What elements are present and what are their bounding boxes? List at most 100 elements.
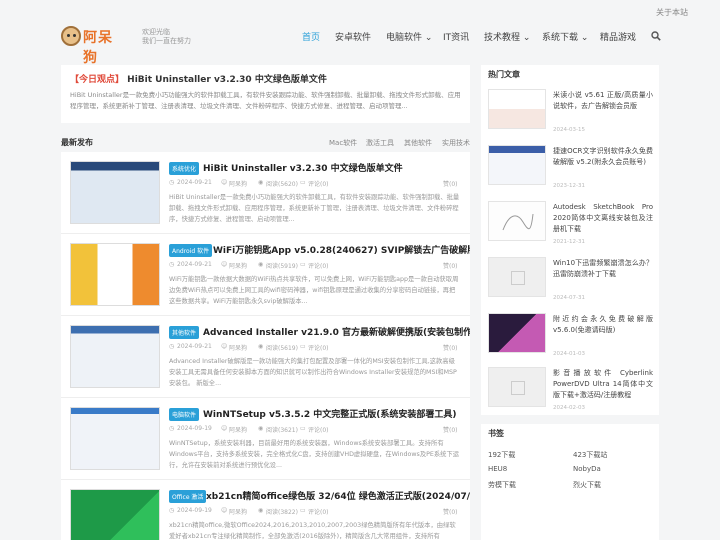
article-comments[interactable]: 评论(0) xyxy=(308,425,329,434)
hot-item[interactable]: 附近约会永久免费破解版 v5.6.0(免邀请码版) 2024-01-03 xyxy=(488,313,653,363)
comment-icon: ▭ xyxy=(300,343,306,350)
article-author[interactable]: 阿呆狗 xyxy=(229,425,247,434)
user-icon: ☺ xyxy=(221,261,228,268)
filter-activation-tools[interactable]: 激活工具 xyxy=(366,138,394,148)
site-header: 阿呆狗 欢迎光临 我们一直在努力 首页 安卓软件 电脑软件 ⌄ IT资讯 技术教… xyxy=(0,22,720,66)
category-badge[interactable]: 系统优化 xyxy=(169,162,200,175)
site-logo[interactable]: 阿呆狗 xyxy=(61,26,127,66)
hot-thumbnail[interactable] xyxy=(488,145,546,185)
featured-description: HiBit Uninstaller是一款免费小巧功能强大的软件卸载工具，有软件安… xyxy=(70,91,461,110)
bookmark-link[interactable]: HEU8 xyxy=(488,465,507,473)
bookmark-link[interactable]: 烈火下载 xyxy=(573,480,601,490)
filter-mac-software[interactable]: Mac软件 xyxy=(329,138,357,148)
article-title[interactable]: xb21cn精简office绿色版 32/64位 绿色激活正式版(2024/07… xyxy=(206,489,470,502)
nav-pc-software[interactable]: 电脑软件 ⌄ xyxy=(386,30,432,43)
article-thumbnail[interactable] xyxy=(70,407,160,470)
article-list: 系统优化 HiBit Uninstaller v3.2.30 中文绿色版单文件 … xyxy=(61,152,470,540)
about-link[interactable]: 关于本站 xyxy=(656,7,688,18)
list-item: 其他软件 Advanced Installer v21.9.0 官方最新破解便携… xyxy=(61,316,470,398)
nav-system-download[interactable]: 系统下载 ⌄ xyxy=(542,30,588,43)
hot-item[interactable]: 捷速OCR文字识别软件永久免费破解版 v5.2(附永久会员账号) 2023-12… xyxy=(488,145,653,195)
nav-it-news[interactable]: IT资讯 xyxy=(443,30,469,43)
hot-item[interactable]: Autodesk SketchBook Pro 2020简体中文离线安装包及注册… xyxy=(488,201,653,251)
nav-home[interactable]: 首页 xyxy=(302,30,320,43)
search-icon[interactable] xyxy=(651,31,661,41)
hot-item[interactable]: 影音播放软件 Cyberlink PowerDVD Ultra 14简体中文版下… xyxy=(488,367,653,417)
featured-tag: 【今日观点】 xyxy=(70,75,125,85)
article-author[interactable]: 阿呆狗 xyxy=(229,261,247,270)
nav-android-software[interactable]: 安卓软件 xyxy=(335,30,371,43)
hot-thumbnail[interactable] xyxy=(488,367,546,407)
article-likes[interactable]: 赞(0) xyxy=(443,507,458,516)
comment-icon: ▭ xyxy=(300,261,306,268)
article-author[interactable]: 阿呆狗 xyxy=(229,343,247,352)
hot-date: 2024-03-15 xyxy=(553,127,585,133)
article-date: 2024-09-21 xyxy=(177,343,212,350)
slogan: 欢迎光临 我们一直在努力 xyxy=(142,28,191,46)
filter-other-software[interactable]: 其他软件 xyxy=(404,138,432,148)
hot-title[interactable]: 捷速OCR文字识别软件永久免费破解版 v5.2(附永久会员账号) xyxy=(553,146,653,168)
hot-thumbnail[interactable] xyxy=(488,89,546,129)
article-title[interactable]: WiFi万能钥匙App v5.0.28(240627) SVIP解锁去广告破解版 xyxy=(213,243,470,256)
article-meta: ◷ 2024-09-19 ☺ 阿呆狗 ◉ 阅读(3822) ▭ 评论(0) 赞(… xyxy=(169,507,461,516)
nav-games[interactable]: 精品游戏 xyxy=(600,30,636,43)
article-title[interactable]: WinNTSetup v5.3.5.2 中文完整正式版(系统安装部署工具) xyxy=(203,407,457,420)
eye-icon: ◉ xyxy=(258,507,264,514)
comment-icon: ▭ xyxy=(300,507,306,514)
clock-icon: ◷ xyxy=(169,261,175,268)
hot-item[interactable]: Win10下迅雷频繁崩溃怎么办？迅雷防崩溃补丁下载 2024-07-31 xyxy=(488,257,653,307)
article-likes[interactable]: 赞(0) xyxy=(443,261,458,270)
category-badge[interactable]: Android 软件 xyxy=(169,244,213,257)
filter-practical-tech[interactable]: 实用技术 xyxy=(442,138,470,148)
category-badge[interactable]: 电脑软件 xyxy=(169,408,200,421)
article-excerpt: Advanced Installer破解版是一款功能强大的集打包配置及部署一体化… xyxy=(169,358,457,387)
article-excerpt: WiFi万能钥匙一款依据大数据的WiFi热点共享软件，可以免费上网，WiFi万能… xyxy=(169,276,459,305)
article-comments[interactable]: 评论(0) xyxy=(308,343,329,352)
bookmark-link[interactable]: 192下载 xyxy=(488,450,515,460)
eye-icon: ◉ xyxy=(258,425,264,432)
hot-title[interactable]: Autodesk SketchBook Pro 2020简体中文离线安装包及注册… xyxy=(553,202,653,235)
article-thumbnail[interactable] xyxy=(70,243,160,306)
article-title[interactable]: Advanced Installer v21.9.0 官方最新破解便携版(安装包… xyxy=(203,325,470,338)
sketch-drawing-icon xyxy=(502,213,534,231)
article-meta: ◷ 2024-09-21 ☺ 阿呆狗 ◉ 阅读(5919) ▭ 评论(0) 赞(… xyxy=(169,261,461,270)
article-comments[interactable]: 评论(0) xyxy=(308,179,329,188)
article-likes[interactable]: 赞(0) xyxy=(443,343,458,352)
hot-title[interactable]: 附近约会永久免费破解版 v5.6.0(免邀请码版) xyxy=(553,314,653,336)
article-thumbnail[interactable] xyxy=(70,325,160,388)
category-badge[interactable]: 其他软件 xyxy=(169,326,200,339)
bookmark-link[interactable]: NobyDa xyxy=(573,465,601,473)
user-icon: ☺ xyxy=(221,179,228,186)
article-views: 阅读(5620) xyxy=(266,181,298,188)
featured-title-text: HiBit Uninstaller v3.2.30 中文绿色版单文件 xyxy=(127,75,327,85)
article-thumbnail[interactable] xyxy=(70,489,160,540)
article-views: 阅读(3822) xyxy=(266,509,298,516)
article-meta: ◷ 2024-09-21 ☺ 阿呆狗 ◉ 阅读(5619) ▭ 评论(0) 赞(… xyxy=(169,343,461,352)
hot-thumbnail[interactable] xyxy=(488,257,546,297)
article-comments[interactable]: 评论(0) xyxy=(308,261,329,270)
article-comments[interactable]: 评论(0) xyxy=(308,507,329,516)
category-badge[interactable]: Office 激活 xyxy=(169,490,207,503)
hot-item[interactable]: 米读小说 v5.61 正版/高质量小说软件，去广告解锁会员版 2024-03-1… xyxy=(488,89,653,139)
bookmark-link[interactable]: 劳模下载 xyxy=(488,480,516,490)
article-views: 阅读(3621) xyxy=(266,427,298,434)
article-thumbnail[interactable] xyxy=(70,161,160,224)
bookmark-link[interactable]: 423下载站 xyxy=(573,450,607,460)
hot-title[interactable]: 米读小说 v5.61 正版/高质量小说软件，去广告解锁会员版 xyxy=(553,90,653,112)
comment-icon: ▭ xyxy=(300,425,306,432)
article-author[interactable]: 阿呆狗 xyxy=(229,507,247,516)
article-title[interactable]: HiBit Uninstaller v3.2.30 中文绿色版单文件 xyxy=(203,161,403,174)
image-placeholder-icon xyxy=(511,381,525,395)
hot-thumbnail[interactable] xyxy=(488,313,546,353)
article-author[interactable]: 阿呆狗 xyxy=(229,179,247,188)
hot-title[interactable]: 影音播放软件 Cyberlink PowerDVD Ultra 14简体中文版下… xyxy=(553,368,653,401)
hot-title[interactable]: Win10下迅雷频繁崩溃怎么办？迅雷防崩溃补丁下载 xyxy=(553,258,653,280)
hot-heading: 热门文章 xyxy=(488,70,520,79)
article-likes[interactable]: 赞(0) xyxy=(443,179,458,188)
featured-title[interactable]: 【今日观点】 HiBit Uninstaller v3.2.30 中文绿色版单文… xyxy=(70,72,327,85)
article-likes[interactable]: 赞(0) xyxy=(443,425,458,434)
featured-article[interactable]: 【今日观点】 HiBit Uninstaller v3.2.30 中文绿色版单文… xyxy=(61,65,470,123)
hot-date: 2024-01-03 xyxy=(553,351,585,357)
hot-thumbnail[interactable] xyxy=(488,201,546,241)
nav-tutorials[interactable]: 技术教程 ⌄ xyxy=(484,30,530,43)
